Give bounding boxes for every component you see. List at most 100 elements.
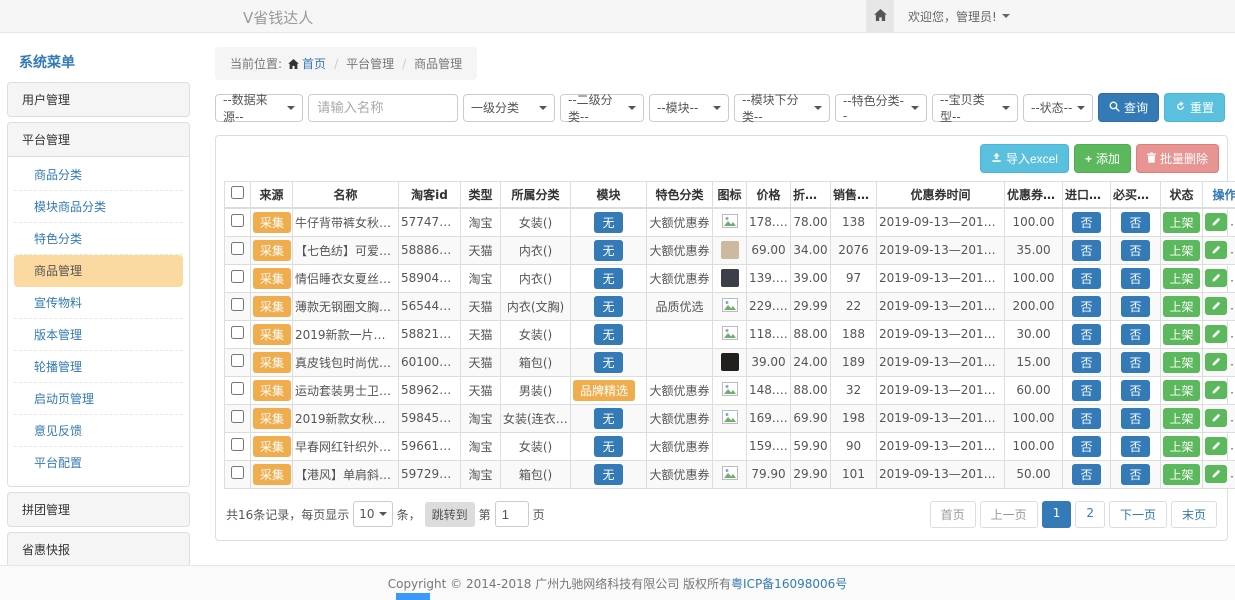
must-buy-toggle[interactable]: 否 [1121, 240, 1149, 261]
row-checkbox[interactable] [231, 326, 244, 339]
import-select-toggle[interactable]: 否 [1072, 436, 1100, 457]
product-name-input[interactable] [308, 94, 458, 122]
must-buy-toggle[interactable]: 否 [1121, 212, 1149, 233]
module-badge[interactable]: 无 [594, 436, 622, 457]
status-badge[interactable]: 上架 [1163, 268, 1199, 289]
import-select-toggle[interactable]: 否 [1072, 464, 1100, 485]
must-buy-toggle[interactable]: 否 [1121, 296, 1149, 317]
edit-button[interactable] [1205, 437, 1227, 455]
user-menu[interactable]: 欢迎您，管理员! [894, 0, 1024, 32]
filter-select-3[interactable]: --二级分类-- [560, 94, 644, 122]
filter-select-2[interactable]: 一级分类 [463, 94, 555, 122]
import-select-toggle[interactable]: 否 [1072, 352, 1100, 373]
source-badge[interactable]: 采集 [253, 240, 291, 261]
status-badge[interactable]: 上架 [1163, 380, 1199, 401]
status-badge[interactable]: 上架 [1163, 408, 1199, 429]
status-badge[interactable]: 上架 [1163, 212, 1199, 233]
module-badge[interactable]: 无 [594, 408, 622, 429]
sidebar-subitem-启动页管理[interactable]: 启动页管理 [14, 383, 183, 415]
must-buy-toggle[interactable]: 否 [1121, 268, 1149, 289]
module-badge[interactable]: 无 [594, 296, 622, 317]
row-checkbox[interactable] [231, 438, 244, 451]
must-buy-toggle[interactable]: 否 [1121, 380, 1149, 401]
reset-button[interactable]: 重置 [1164, 93, 1225, 122]
status-badge[interactable]: 上架 [1163, 464, 1199, 485]
sidebar-item-拼团管理[interactable]: 拼团管理 [8, 493, 189, 526]
sidebar-subitem-特色分类[interactable]: 特色分类 [14, 223, 183, 255]
import-select-toggle[interactable]: 否 [1072, 268, 1100, 289]
must-buy-toggle[interactable]: 否 [1121, 352, 1149, 373]
edit-button[interactable] [1205, 213, 1227, 231]
source-badge[interactable]: 采集 [253, 408, 291, 429]
edit-button[interactable] [1205, 353, 1227, 371]
sidebar-subitem-轮播管理[interactable]: 轮播管理 [14, 351, 183, 383]
jump-to-button[interactable]: 跳转到 [425, 502, 475, 527]
row-checkbox[interactable] [231, 354, 244, 367]
edit-button[interactable] [1205, 297, 1227, 315]
source-badge[interactable]: 采集 [253, 324, 291, 345]
select-all-checkbox[interactable] [231, 186, 244, 199]
module-badge[interactable]: 无 [594, 268, 622, 289]
module-badge[interactable]: 无 [594, 464, 622, 485]
page-button-下一页[interactable]: 下一页 [1109, 501, 1167, 528]
filter-select-6[interactable]: --特色分类-- [835, 94, 927, 122]
source-badge[interactable]: 采集 [253, 436, 291, 457]
sidebar-subitem-平台配置[interactable]: 平台配置 [14, 447, 183, 478]
status-badge[interactable]: 上架 [1163, 240, 1199, 261]
module-badge[interactable]: 无 [594, 352, 622, 373]
filter-select-7[interactable]: --宝贝类型-- [932, 94, 1018, 122]
batch-delete-button[interactable]: 批量删除 [1136, 144, 1219, 173]
sidebar-item-省惠快报[interactable]: 省惠快报 [8, 533, 189, 565]
source-badge[interactable]: 采集 [253, 380, 291, 401]
sidebar-subitem-版本管理[interactable]: 版本管理 [14, 319, 183, 351]
module-badge[interactable]: 无 [594, 240, 622, 261]
add-button[interactable]: + 添加 [1074, 144, 1131, 173]
edit-button[interactable] [1205, 465, 1227, 483]
sidebar-subitem-模块商品分类[interactable]: 模块商品分类 [14, 191, 183, 223]
filter-select-4[interactable]: --模块-- [649, 94, 729, 122]
must-buy-toggle[interactable]: 否 [1121, 464, 1149, 485]
source-badge[interactable]: 采集 [253, 212, 291, 233]
module-badge[interactable]: 无 [594, 324, 622, 345]
sidebar-item-用户管理[interactable]: 用户管理 [8, 83, 189, 116]
row-checkbox[interactable] [231, 382, 244, 395]
page-button-1[interactable]: 1 [1042, 501, 1072, 528]
source-badge[interactable]: 采集 [253, 352, 291, 373]
must-buy-toggle[interactable]: 否 [1121, 324, 1149, 345]
must-buy-toggle[interactable]: 否 [1121, 436, 1149, 457]
import-select-toggle[interactable]: 否 [1072, 212, 1100, 233]
breadcrumb-item[interactable]: 平台管理 [346, 57, 394, 71]
module-badge[interactable]: 品牌精选 [573, 380, 635, 401]
row-checkbox[interactable] [231, 270, 244, 283]
source-badge[interactable]: 采集 [253, 464, 291, 485]
source-badge[interactable]: 采集 [253, 268, 291, 289]
edit-button[interactable] [1205, 409, 1227, 427]
module-badge[interactable]: 无 [594, 212, 622, 233]
import-select-toggle[interactable]: 否 [1072, 240, 1100, 261]
status-badge[interactable]: 上架 [1163, 436, 1199, 457]
page-button-首页[interactable]: 首页 [930, 501, 976, 528]
breadcrumb-item[interactable]: 商品管理 [414, 57, 462, 71]
edit-button[interactable] [1205, 269, 1227, 287]
per-page-select[interactable]: 10 [353, 501, 392, 527]
sidebar-item-平台管理[interactable]: 平台管理 [8, 123, 189, 156]
filter-select-1[interactable]: --数据来源-- [215, 94, 303, 122]
import-excel-button[interactable]: 导入excel [980, 144, 1069, 173]
icp-link[interactable]: 粤ICP备16098006号 [731, 575, 847, 592]
filter-select-5[interactable]: --模块下分类-- [734, 94, 830, 122]
import-select-toggle[interactable]: 否 [1072, 296, 1100, 317]
edit-button[interactable] [1205, 241, 1227, 259]
home-button[interactable] [866, 0, 894, 32]
must-buy-toggle[interactable]: 否 [1121, 408, 1149, 429]
filter-select-8[interactable]: --状态-- [1023, 94, 1093, 122]
import-select-toggle[interactable]: 否 [1072, 408, 1100, 429]
page-number-input[interactable] [495, 501, 529, 527]
row-checkbox[interactable] [231, 466, 244, 479]
import-select-toggle[interactable]: 否 [1072, 324, 1100, 345]
row-checkbox[interactable] [231, 410, 244, 423]
status-badge[interactable]: 上架 [1163, 324, 1199, 345]
status-badge[interactable]: 上架 [1163, 296, 1199, 317]
status-badge[interactable]: 上架 [1163, 352, 1199, 373]
page-button-2[interactable]: 2 [1075, 501, 1105, 528]
sidebar-subitem-商品管理[interactable]: 商品管理 [14, 255, 183, 287]
